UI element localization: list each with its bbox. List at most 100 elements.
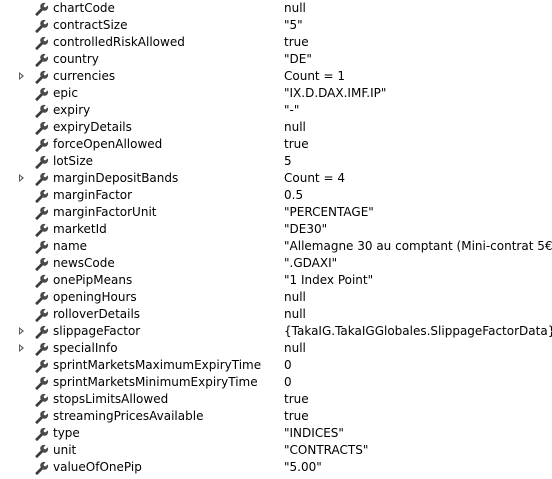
property-value[interactable]: "PERCENTAGE" [284,204,374,221]
property-name: marginDepositBands [53,171,179,185]
property-value[interactable]: "-" [284,102,299,119]
property-row[interactable]: marginFactor 0.5 [0,187,552,204]
property-value[interactable]: 0 [284,357,292,374]
property-row[interactable]: forceOpenAllowed true [0,136,552,153]
wrench-icon [35,410,49,424]
property-value[interactable]: null [284,119,306,136]
expand-arrow-icon[interactable] [19,72,24,80]
property-row[interactable]: marginFactorUnit "PERCENTAGE" [0,204,552,221]
wrench-icon [35,19,49,33]
property-row[interactable]: marginDepositBands Count = 4 [0,170,552,187]
wrench-icon [35,138,49,152]
wrench-icon [35,325,49,339]
wrench-icon [35,70,49,84]
wrench-icon [35,308,49,322]
wrench-icon [35,104,49,118]
property-name: currencies [53,69,116,83]
property-row[interactable]: newsCode ".GDAXI" [0,255,552,272]
wrench-icon [35,291,49,305]
property-name: marginFactorUnit [53,205,157,219]
property-value[interactable]: null [284,0,306,17]
property-row[interactable]: type "INDICES" [0,425,552,442]
property-row[interactable]: expiry "-" [0,102,552,119]
property-value[interactable]: null [284,289,306,306]
property-value[interactable]: ".GDAXI" [284,255,337,272]
property-row[interactable]: specialInfo null [0,340,552,357]
property-row[interactable]: stopsLimitsAllowed true [0,391,552,408]
property-value[interactable]: "DE" [284,51,312,68]
property-name: sprintMarketsMaximumExpiryTime [53,358,262,372]
property-name: valueOfOnePip [53,460,142,474]
property-row[interactable]: streamingPricesAvailable true [0,408,552,425]
property-name: contractSize [53,18,128,32]
property-value[interactable]: "Allemagne 30 au comptant (Mini-contrat … [284,238,552,255]
property-row[interactable]: contractSize "5" [0,17,552,34]
property-name: name [53,239,88,253]
property-row[interactable]: country "DE" [0,51,552,68]
properties-grid: chartCode null contractSize "5" controlledRi… [0,0,552,479]
property-value[interactable]: null [284,340,306,357]
expand-arrow-icon[interactable] [19,174,24,182]
wrench-icon [35,461,49,475]
property-value[interactable]: 5 [284,153,292,170]
wrench-icon [35,36,49,50]
property-row[interactable]: slippageFactor {TakaIG.TakaIGGlobales.Sli… [0,323,552,340]
property-name: marketId [53,222,107,236]
expand-arrow-icon[interactable] [19,327,24,335]
wrench-icon [35,240,49,254]
property-name: chartCode [53,1,115,15]
property-value[interactable]: true [284,34,309,51]
wrench-icon [35,359,49,373]
property-row[interactable]: sprintMarketsMaximumExpiryTime 0 [0,357,552,374]
property-row[interactable]: valueOfOnePip "5.00" [0,459,552,476]
property-value[interactable]: {TakaIG.TakaIGGlobales.SlippageFactorDat… [284,323,552,340]
wrench-icon [35,274,49,288]
property-name: controlledRiskAllowed [53,35,185,49]
property-row[interactable]: expiryDetails null [0,119,552,136]
property-row[interactable]: unit "CONTRACTS" [0,442,552,459]
wrench-icon [35,223,49,237]
property-row[interactable]: currencies Count = 1 [0,68,552,85]
wrench-icon [35,121,49,135]
property-value[interactable]: Count = 1 [284,68,345,85]
wrench-icon [35,444,49,458]
property-row[interactable]: epic "IX.D.DAX.IMF.IP" [0,85,552,102]
property-value[interactable]: "CONTRACTS" [284,442,368,459]
property-value[interactable]: true [284,391,309,408]
property-name: specialInfo [53,341,118,355]
property-value[interactable]: 0 [284,374,292,391]
property-value[interactable]: Count = 4 [284,170,345,187]
property-row[interactable]: sprintMarketsMinimumExpiryTime 0 [0,374,552,391]
wrench-icon [35,427,49,441]
wrench-icon [35,2,49,16]
property-row[interactable]: openingHours null [0,289,552,306]
property-value[interactable]: "5" [284,17,303,34]
property-row[interactable]: controlledRiskAllowed true [0,34,552,51]
property-row[interactable]: chartCode null [0,0,552,17]
expand-arrow-icon[interactable] [19,344,24,352]
property-value[interactable]: "INDICES" [284,425,344,442]
property-name: unit [53,443,77,457]
wrench-icon [35,393,49,407]
wrench-icon [35,53,49,67]
property-value[interactable]: 0.5 [284,187,303,204]
wrench-icon [35,206,49,220]
property-name: onePipMeans [53,273,133,287]
property-name: type [53,426,80,440]
property-name: country [53,52,99,66]
property-value[interactable]: null [284,306,306,323]
property-name: stopsLimitsAllowed [53,392,169,406]
property-value[interactable]: "IX.D.DAX.IMF.IP" [284,85,386,102]
property-row[interactable]: lotSize 5 [0,153,552,170]
property-value[interactable]: "DE30" [284,221,327,238]
wrench-icon [35,342,49,356]
property-row[interactable]: name "Allemagne 30 au comptant (Mini-cont… [0,238,552,255]
property-row[interactable]: marketId "DE30" [0,221,552,238]
property-value[interactable]: true [284,408,309,425]
property-value[interactable]: "1 Index Point" [284,272,373,289]
property-value[interactable]: true [284,136,309,153]
property-value[interactable]: "5.00" [284,459,322,476]
property-row[interactable]: rolloverDetails null [0,306,552,323]
property-name: expiryDetails [53,120,132,134]
property-row[interactable]: onePipMeans "1 Index Point" [0,272,552,289]
